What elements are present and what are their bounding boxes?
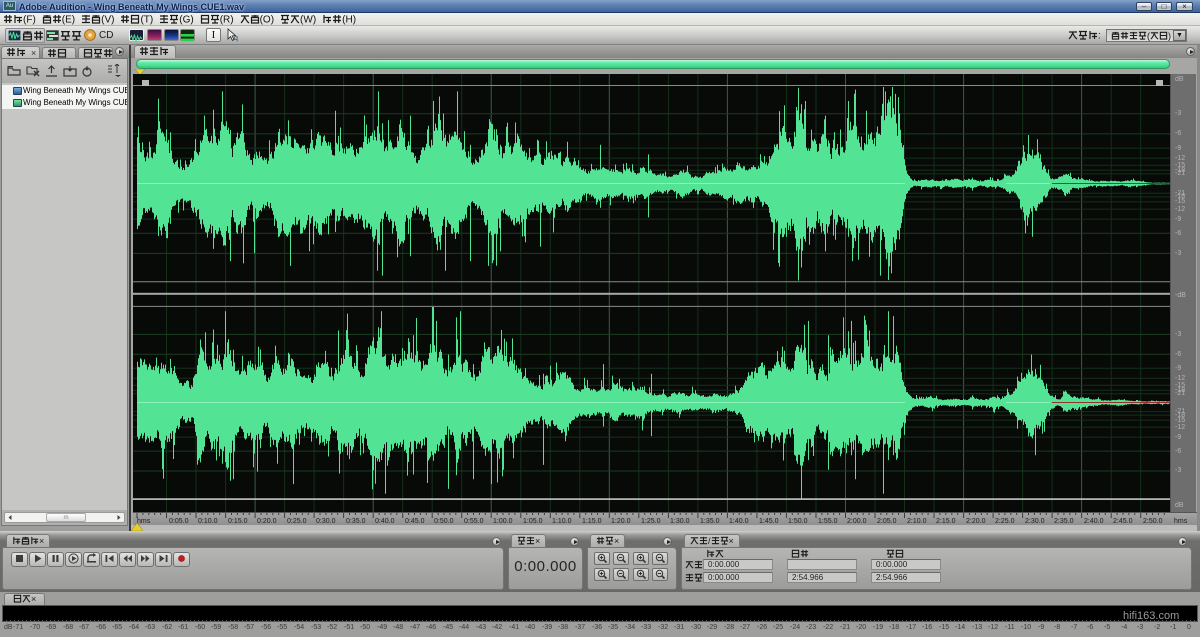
svg-text:q: q bbox=[234, 35, 238, 42]
